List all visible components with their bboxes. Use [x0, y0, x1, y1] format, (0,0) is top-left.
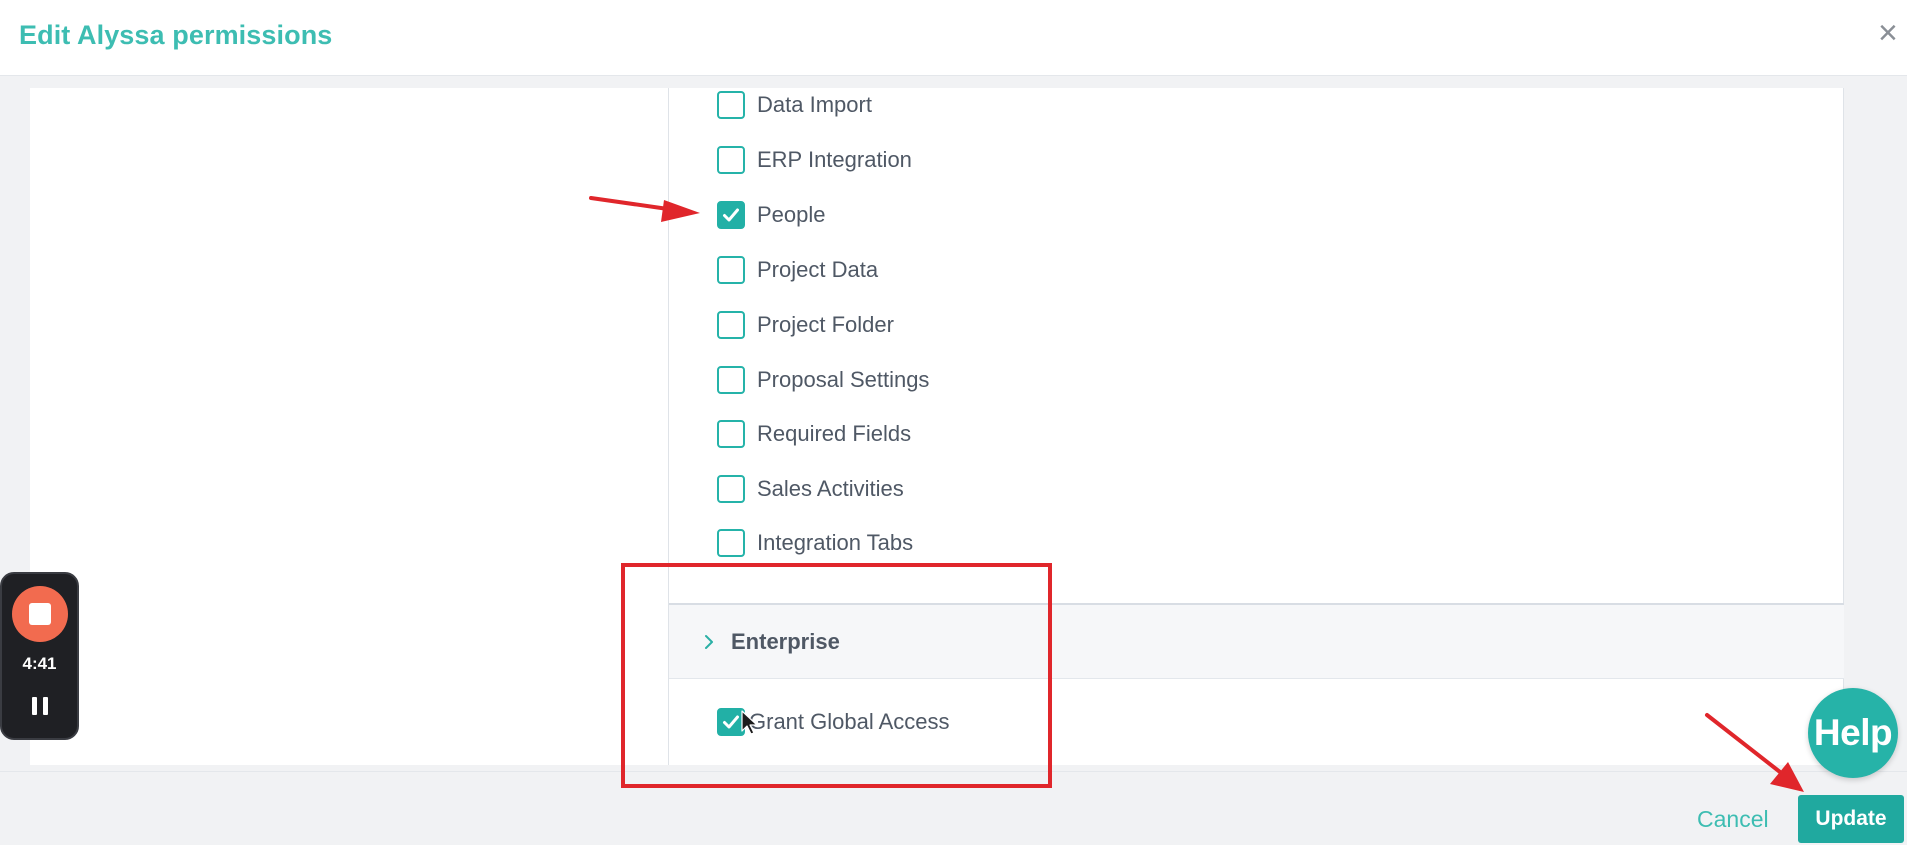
stop-recording-button[interactable] — [12, 586, 68, 642]
permission-label: Integration Tabs — [757, 530, 914, 555]
update-button[interactable]: Update — [1798, 795, 1904, 843]
checkbox-proposal-settings[interactable] — [717, 366, 745, 394]
permission-item-integration-tabs[interactable]: Integration Tabs — [717, 526, 913, 560]
permission-label: Required Fields — [757, 421, 912, 446]
checkbox-required-fields[interactable] — [717, 420, 745, 448]
permission-item-required-fields[interactable]: Required Fields — [717, 417, 911, 451]
permission-label: Project Data — [757, 257, 879, 282]
screen-recorder-widget: 4:41 — [0, 572, 79, 740]
permission-item-project-folder[interactable]: Project Folder — [717, 308, 894, 342]
permission-item-erp-integration[interactable]: ERP Integration — [717, 143, 912, 177]
stop-icon — [29, 603, 51, 625]
close-icon[interactable]: × — [1878, 16, 1898, 50]
checkbox-erp-integration[interactable] — [717, 146, 745, 174]
recording-timer: 4:41 — [22, 654, 57, 673]
annotation-highlight-box — [621, 563, 1052, 788]
help-button[interactable]: Help — [1808, 688, 1898, 778]
permission-item-project-data[interactable]: Project Data — [717, 253, 878, 287]
checkbox-project-folder[interactable] — [717, 311, 745, 339]
checkbox-project-data[interactable] — [717, 256, 745, 284]
checkbox-sales-activities[interactable] — [717, 475, 745, 503]
permission-item-data-import[interactable]: Data Import — [717, 88, 872, 122]
permission-label: Proposal Settings — [757, 367, 930, 392]
checkbox-integration-tabs[interactable] — [717, 529, 745, 557]
permission-label: Sales Activities — [757, 476, 904, 501]
permission-item-proposal-settings[interactable]: Proposal Settings — [717, 363, 929, 397]
modal-title: Edit Alyssa permissions — [19, 20, 333, 50]
pause-icon[interactable] — [32, 697, 48, 715]
permission-label: ERP Integration — [757, 147, 912, 172]
checkbox-data-import[interactable] — [717, 91, 745, 119]
permission-item-sales-activities[interactable]: Sales Activities — [717, 472, 904, 506]
checkbox-people[interactable] — [717, 201, 745, 229]
permission-label: Data Import — [757, 92, 872, 117]
permission-label: People — [757, 202, 826, 227]
permission-label: Project Folder — [757, 312, 894, 337]
modal-header: Edit Alyssa permissions × — [0, 0, 1907, 76]
checkmark-icon — [723, 208, 739, 222]
cancel-button[interactable]: Cancel — [1697, 806, 1769, 833]
permission-item-people[interactable]: People — [717, 198, 826, 232]
